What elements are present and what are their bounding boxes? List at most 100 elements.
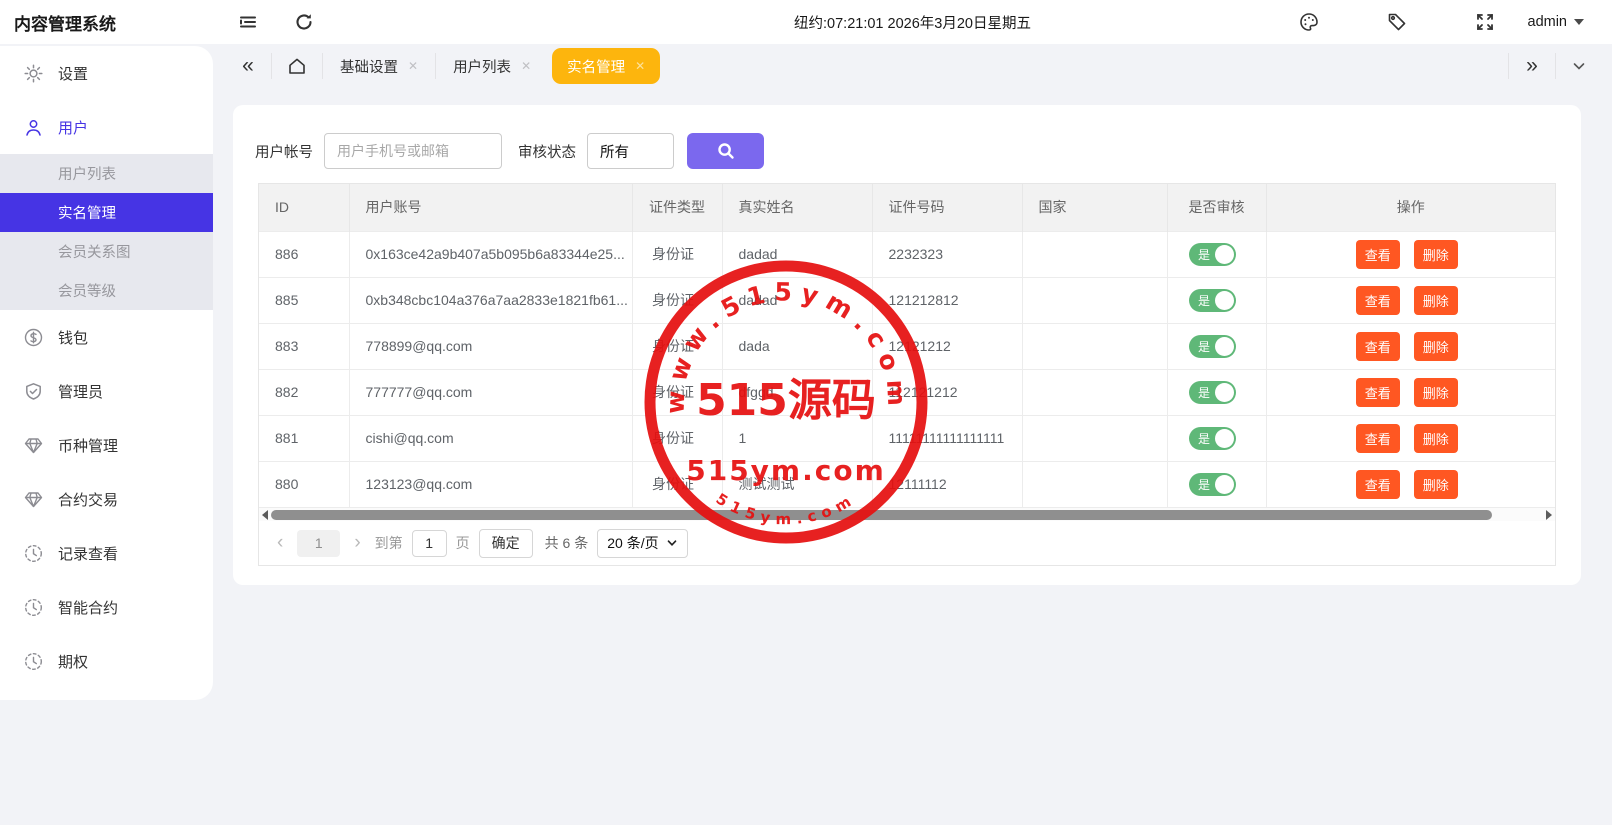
search-button[interactable]: [687, 133, 764, 169]
confirm-button[interactable]: 确定: [479, 529, 533, 558]
scroll-left-arrow-icon[interactable]: [259, 508, 271, 522]
approved-toggle[interactable]: 是: [1189, 473, 1236, 496]
cell-id-type: 身份证: [632, 415, 722, 461]
scrollbar-track[interactable]: [271, 508, 1543, 522]
user-menu[interactable]: admin: [1528, 14, 1585, 30]
sidebar-subitem-user-list[interactable]: 用户列表: [0, 154, 213, 193]
sidebar-item-users[interactable]: 用户: [0, 100, 213, 154]
delete-button[interactable]: 删除: [1414, 424, 1458, 453]
account-input[interactable]: [324, 133, 502, 169]
cell-real-name: dada: [722, 323, 872, 369]
header-real-name: 真实姓名: [722, 184, 872, 231]
table-row: 882 777777@qq.com 身份证 dfggd 112121212 是 …: [259, 369, 1555, 415]
status-select[interactable]: 所有: [587, 133, 674, 169]
sidebar-subitem-label: 会员关系图: [58, 241, 131, 262]
toggle-knob: [1215, 475, 1234, 494]
page-unit-label: 页: [456, 533, 470, 553]
tab-realname-management[interactable]: 实名管理 ✕: [552, 48, 660, 84]
divider: [1508, 53, 1509, 79]
close-icon[interactable]: ✕: [521, 59, 531, 73]
sidebar-item-options[interactable]: 期权: [0, 634, 213, 688]
sidebar-item-label: 期权: [58, 651, 88, 672]
tab-label: 用户列表: [453, 56, 511, 77]
view-button[interactable]: 查看: [1356, 332, 1400, 361]
header-actions: 操作: [1266, 184, 1555, 231]
delete-button[interactable]: 删除: [1414, 240, 1458, 269]
tabs-menu-chevron-down-icon[interactable]: [1558, 44, 1600, 88]
realname-table-wrapper: ID 用户账号 证件类型 真实姓名 证件号码 国家 是否审核 操作 886 0x…: [258, 183, 1556, 566]
caret-down-icon: [1574, 19, 1584, 25]
delete-button[interactable]: 删除: [1414, 332, 1458, 361]
toggle-label: 是: [1198, 246, 1210, 263]
sidebar-item-wallet[interactable]: 钱包: [0, 310, 213, 364]
collapse-menu-icon[interactable]: [237, 11, 259, 33]
close-icon[interactable]: ✕: [635, 59, 645, 73]
tab-basic-settings[interactable]: 基础设置 ✕: [325, 44, 433, 88]
next-page-icon[interactable]: ›: [349, 532, 365, 554]
sidebar-item-admins[interactable]: 管理员: [0, 364, 213, 418]
view-button[interactable]: 查看: [1356, 470, 1400, 499]
theme-palette-icon[interactable]: [1298, 11, 1320, 33]
sidebar-item-label: 管理员: [58, 381, 103, 402]
delete-button[interactable]: 删除: [1414, 286, 1458, 315]
cell-account: 778899@qq.com: [349, 323, 632, 369]
view-button[interactable]: 查看: [1356, 240, 1400, 269]
approved-toggle[interactable]: 是: [1189, 243, 1236, 266]
sidebar-item-coin-management[interactable]: 币种管理: [0, 418, 213, 472]
divider: [271, 53, 272, 79]
sidebar-subitem-realname-management[interactable]: 实名管理: [0, 193, 213, 232]
cell-real-name: 1: [722, 415, 872, 461]
view-button[interactable]: 查看: [1356, 286, 1400, 315]
tab-user-list[interactable]: 用户列表 ✕: [438, 44, 546, 88]
header-approved: 是否审核: [1167, 184, 1266, 231]
user-icon: [24, 118, 43, 137]
delete-button[interactable]: 删除: [1414, 470, 1458, 499]
prev-page-icon[interactable]: ‹: [272, 532, 288, 554]
page-size-value: 20 条/页: [607, 533, 658, 553]
view-button[interactable]: 查看: [1356, 378, 1400, 407]
delete-button[interactable]: 删除: [1414, 378, 1458, 407]
sidebar-item-record-view[interactable]: 记录查看: [0, 526, 213, 580]
cell-id-number: 2232323: [872, 231, 1022, 277]
fullscreen-icon[interactable]: [1474, 11, 1496, 33]
scroll-right-arrow-icon[interactable]: [1543, 508, 1555, 522]
current-page[interactable]: 1: [297, 530, 340, 557]
history-icon: [24, 544, 43, 563]
sidebar-item-label: 设置: [58, 63, 88, 84]
tabs-scroll-left-button[interactable]: «: [227, 44, 269, 88]
sidebar-item-settings[interactable]: 设置: [0, 46, 213, 100]
divider: [1555, 53, 1556, 79]
approved-toggle[interactable]: 是: [1189, 289, 1236, 312]
table-row: 883 778899@qq.com 身份证 dada 12121212 是 查看…: [259, 323, 1555, 369]
scrollbar-thumb[interactable]: [271, 510, 1492, 520]
status-select-value: 所有: [600, 141, 629, 162]
goto-page-input[interactable]: [412, 530, 447, 557]
app-title: 内容管理系统: [0, 10, 213, 35]
sidebar-subitem-member-relations[interactable]: 会员关系图: [0, 232, 213, 271]
approved-toggle[interactable]: 是: [1189, 427, 1236, 450]
gear-icon: [24, 64, 43, 83]
cell-real-name: 测试测试: [722, 461, 872, 507]
home-icon[interactable]: [274, 44, 320, 88]
cell-country: [1022, 461, 1167, 507]
sidebar-item-label: 记录查看: [58, 543, 118, 564]
cell-id: 883: [259, 323, 349, 369]
sidebar-item-smart-contract[interactable]: 智能合约: [0, 580, 213, 634]
cell-account: cishi@qq.com: [349, 415, 632, 461]
view-button[interactable]: 查看: [1356, 424, 1400, 453]
tag-icon[interactable]: [1386, 11, 1408, 33]
cell-id-number: 12121212: [872, 323, 1022, 369]
page-size-select[interactable]: 20 条/页: [597, 529, 687, 558]
sidebar-subitem-member-level[interactable]: 会员等级: [0, 271, 213, 310]
sidebar-subitem-label: 实名管理: [58, 202, 116, 223]
tabs-scroll-right-button[interactable]: »: [1511, 44, 1553, 88]
approved-toggle[interactable]: 是: [1189, 381, 1236, 404]
approved-toggle[interactable]: 是: [1189, 335, 1236, 358]
refresh-icon[interactable]: [293, 11, 315, 33]
toggle-label: 是: [1198, 476, 1210, 493]
horizontal-scrollbar[interactable]: [259, 507, 1555, 521]
table-row: 880 123123@qq.com 身份证 测试测试 12111112 是 查看…: [259, 461, 1555, 507]
sidebar-item-contract-trading[interactable]: 合约交易: [0, 472, 213, 526]
toggle-knob: [1215, 383, 1234, 402]
close-icon[interactable]: ✕: [408, 59, 418, 73]
